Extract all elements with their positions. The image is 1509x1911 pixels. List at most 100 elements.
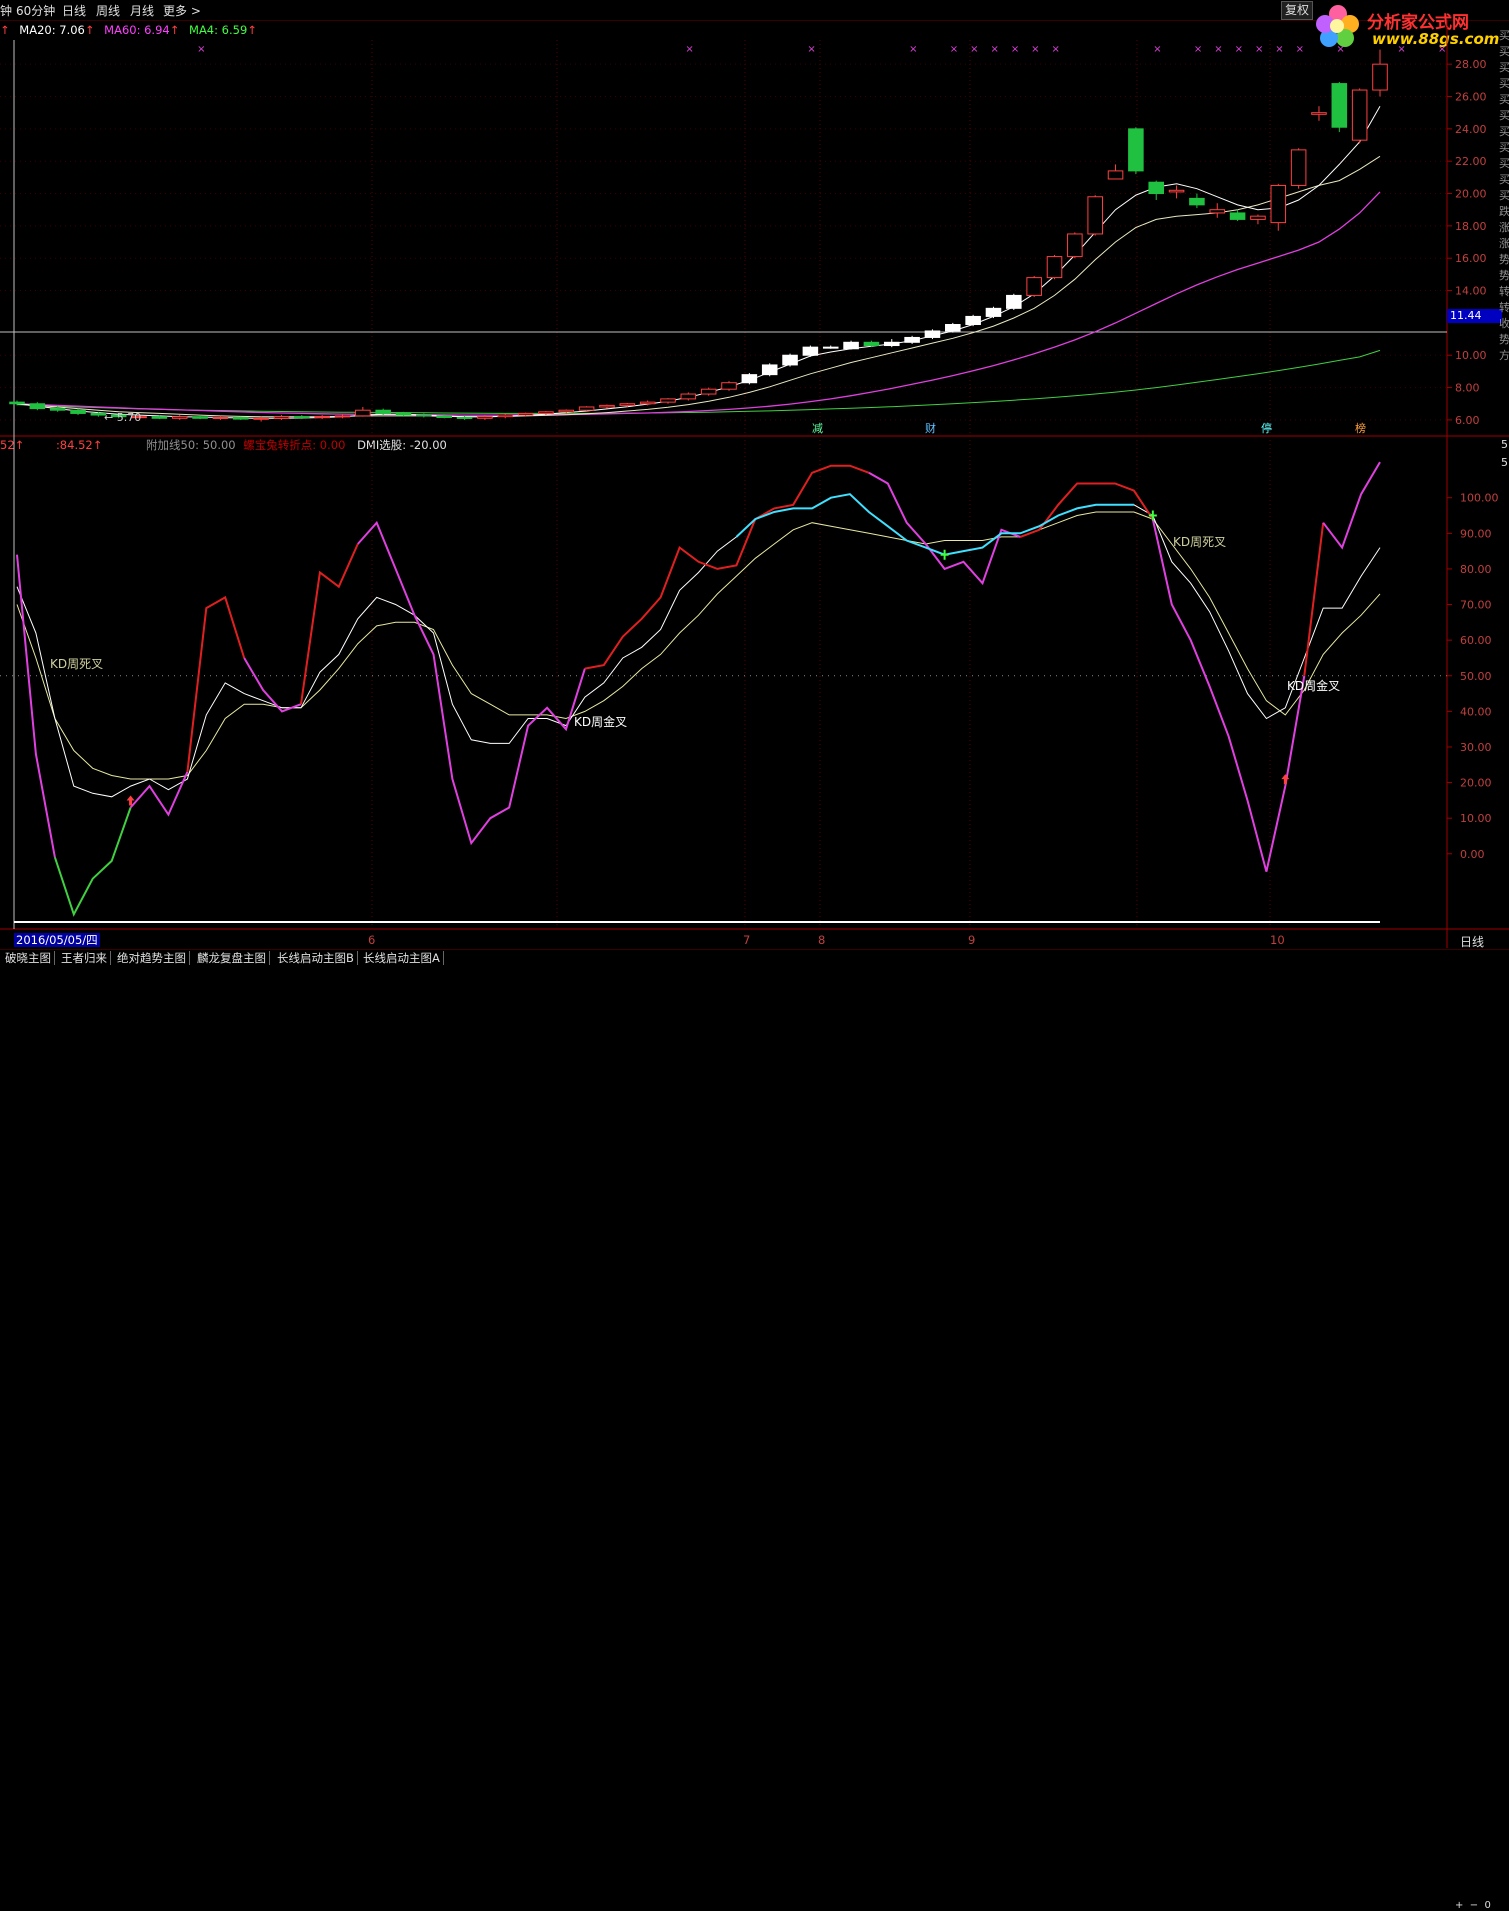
signal-char: 跌 — [1499, 205, 1509, 218]
candle-body — [1209, 209, 1226, 214]
signal-x-mark: × — [1438, 44, 1446, 55]
tab-poxiao[interactable]: 破晓主图 — [2, 951, 55, 965]
kd-k-line-strong — [186, 595, 246, 773]
x-label-month-7: 7 — [743, 933, 751, 947]
date-cursor-box: 2016/05/05/四 — [14, 933, 100, 947]
candle-body — [558, 409, 575, 413]
x-label-month-10: 10 — [1270, 933, 1285, 947]
signal-char: 买 — [1499, 173, 1509, 186]
tab-linlong[interactable]: 麟龙复盘主图 — [194, 951, 270, 965]
candle-body — [456, 416, 473, 419]
signal-x-mark: × — [1296, 44, 1304, 55]
signal-x-mark: × — [685, 44, 693, 55]
price-axis-label: 28.00 — [1455, 58, 1487, 71]
signal-x-mark: × — [909, 44, 917, 55]
signal-x-mark: × — [1011, 44, 1019, 55]
candle-body — [619, 403, 636, 406]
candle-body — [802, 346, 819, 356]
candle-body — [761, 364, 778, 376]
candle-body — [192, 416, 208, 419]
candle-body — [212, 416, 229, 419]
signal-x-mark: × — [1194, 44, 1202, 55]
candle-body — [9, 401, 25, 405]
signal-x-mark: × — [970, 44, 978, 55]
event-marker-reduce[interactable]: 减 — [812, 420, 823, 436]
signal-char: 买 — [1499, 77, 1509, 90]
tab-wangzhe[interactable]: 王者归来 — [58, 951, 111, 965]
kd-k-line-weak — [1322, 461, 1381, 550]
candle-body — [1229, 212, 1246, 220]
kd-k-line-strong — [300, 543, 359, 705]
signal-char: 买 — [1499, 45, 1509, 58]
candle-body — [1107, 170, 1124, 180]
signal-x-mark: × — [807, 44, 815, 55]
candle-body — [822, 346, 839, 349]
candle-body — [700, 388, 717, 395]
kd-k-line-rising — [129, 771, 189, 817]
tab-juedui[interactable]: 绝对趋势主图 — [114, 951, 190, 965]
candle-body — [294, 416, 310, 419]
kd-annotation-golden-1: KD周金叉 — [574, 715, 628, 729]
candle-body — [721, 382, 737, 390]
candle-body — [1046, 256, 1063, 279]
osc-axis-label: 60.00 — [1460, 634, 1492, 647]
price-axis-label: 8.00 — [1455, 382, 1480, 395]
candle-body — [782, 354, 798, 366]
tab-changxian-a[interactable]: 长线启动主图A — [360, 951, 444, 965]
kd-k-line-weak — [1151, 518, 1306, 872]
kd-k-line-strong — [1019, 482, 1154, 538]
ma-soft-line — [16, 155, 1381, 418]
candle-body — [599, 404, 615, 408]
candle-body — [578, 406, 595, 411]
period-indicator[interactable]: 日线 — [1460, 933, 1484, 950]
candle-body — [29, 403, 46, 410]
signal-text-column: 买买买买买买买买买买买跌涨涨势势转转收势方 — [1499, 28, 1509, 364]
candle-body — [171, 416, 188, 419]
signal-x-mark: × — [1031, 44, 1039, 55]
signal-char: 势 — [1499, 333, 1509, 346]
signal-char: 买 — [1499, 141, 1509, 154]
signal-char: 势 — [1499, 253, 1509, 266]
osc-axis-label: 80.00 — [1460, 563, 1492, 576]
candle-body — [477, 416, 493, 419]
kd-k-line-strong — [584, 464, 870, 670]
candle-body — [538, 411, 554, 414]
candle-body — [436, 415, 452, 418]
candle-body — [314, 416, 330, 419]
kd-k-line-weak — [357, 520, 586, 846]
signal-x-mark: × — [1052, 44, 1060, 55]
price-axis-label: 6.00 — [1455, 414, 1480, 427]
tab-changxian-b[interactable]: 长线启动主图B — [274, 951, 358, 965]
zoom-in-button[interactable]: + — [1455, 1900, 1463, 1911]
candle-body — [1189, 197, 1205, 206]
price-axis-label: 26.00 — [1455, 91, 1487, 104]
candle-body — [49, 408, 66, 411]
price-axis-label: 20.00 — [1455, 188, 1487, 201]
osc-axis-label: 30.00 — [1460, 741, 1492, 754]
event-marker-finance[interactable]: 财 — [925, 420, 936, 436]
zoom-value: 0 — [1484, 1900, 1491, 1911]
event-marker-halt[interactable]: 停 — [1261, 420, 1272, 436]
candle-body — [843, 341, 859, 350]
candle-body — [680, 393, 697, 400]
event-marker-rank[interactable]: 榜 — [1355, 420, 1366, 436]
zoom-out-button[interactable]: − — [1470, 1900, 1478, 1911]
stock-chart[interactable]: × × × × × × × × × × × × × × × × × × × × 28.00 26.00 24.00 22.0… — [0, 0, 1509, 965]
candle-body — [70, 409, 86, 414]
kd-k-line-bottom — [53, 807, 132, 917]
osc-axis-label: 20.00 — [1460, 777, 1492, 790]
candle-body — [904, 336, 920, 343]
candle-body — [1067, 233, 1083, 258]
buy-arrow-icon — [1281, 774, 1290, 785]
candle-body — [232, 416, 249, 420]
signal-x-mark: × — [1397, 44, 1405, 55]
price-axis-label: 16.00 — [1455, 252, 1487, 265]
signal-x-mark: × — [1255, 44, 1263, 55]
signal-char: 买 — [1499, 109, 1509, 122]
candle-body — [1026, 277, 1042, 296]
signal-char: 势 — [1499, 269, 1509, 282]
signal-x-mark: × — [1214, 44, 1222, 55]
candle-body — [1148, 181, 1165, 195]
scroll-controls[interactable]: + − 0 — [1455, 1900, 1491, 1911]
price-axis-label: 10.00 — [1455, 349, 1487, 362]
